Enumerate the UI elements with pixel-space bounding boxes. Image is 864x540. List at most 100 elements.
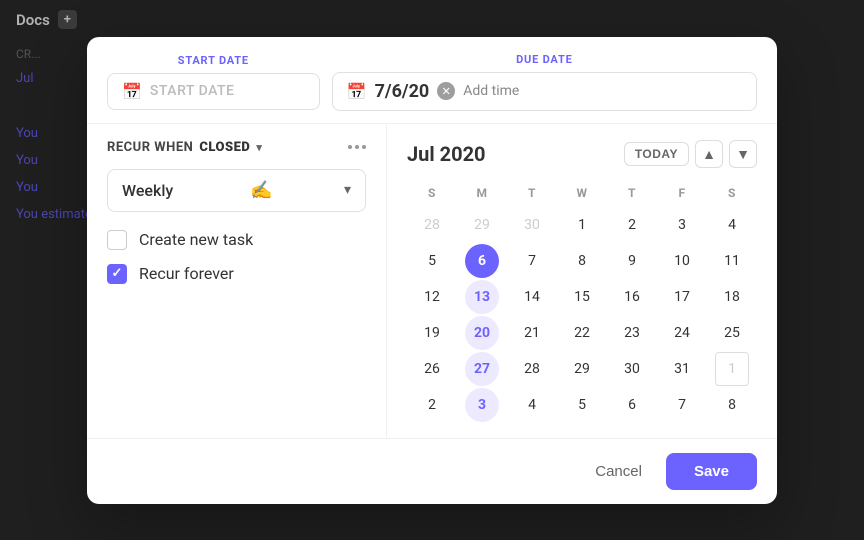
due-date-field[interactable]: 📅 7/6/20 ✕ Add time — [332, 72, 757, 111]
create-task-label: Create new task — [139, 230, 253, 249]
calendar-start-icon: 📅 — [122, 82, 142, 101]
calendar-day[interactable]: 29 — [465, 208, 499, 242]
calendar-day[interactable]: 6 — [615, 388, 649, 422]
calendar-day[interactable]: 1 — [565, 208, 599, 242]
calendar-day[interactable]: 22 — [565, 316, 599, 350]
calendar-day[interactable]: 8 — [715, 388, 749, 422]
recur-header: RECUR WHEN CLOSED ▾ — [107, 140, 366, 155]
calendar-day[interactable]: 4 — [715, 208, 749, 242]
calendar-day[interactable]: 26 — [415, 352, 449, 386]
dropdown-arrow-icon: ▾ — [344, 182, 351, 198]
due-date-value: 7/6/20 — [375, 81, 430, 102]
calendar-day[interactable]: 14 — [515, 280, 549, 314]
calendar-day[interactable]: 5 — [415, 244, 449, 278]
calendar-day[interactable]: 8 — [565, 244, 599, 278]
recur-title: RECUR WHEN CLOSED ▾ — [107, 140, 262, 155]
calendar-day[interactable]: 7 — [515, 244, 549, 278]
calendar-day[interactable]: 9 — [615, 244, 649, 278]
prev-month-button[interactable]: ▲ — [695, 140, 723, 168]
create-task-checkbox[interactable] — [107, 230, 127, 250]
add-time-label[interactable]: Add time — [463, 83, 519, 99]
calendar-day[interactable]: 1 — [715, 352, 749, 386]
calendar-day[interactable]: 15 — [565, 280, 599, 314]
calendar-due-icon: 📅 — [347, 82, 367, 101]
calendar-day[interactable]: 21 — [515, 316, 549, 350]
more-dot-3 — [362, 145, 366, 149]
calendar-day[interactable]: 18 — [715, 280, 749, 314]
create-new-task-row: Create new task — [107, 230, 366, 250]
next-month-button[interactable]: ▼ — [729, 140, 757, 168]
day-header-t: T — [607, 182, 657, 204]
calendar-day[interactable]: 2 — [415, 388, 449, 422]
calendar-weeks: 2829301234567891011121314151617181920212… — [407, 208, 757, 422]
cursor-hand-icon: ✍ — [250, 180, 272, 201]
date-picker-modal: START DATE 📅 START DATE DUE DATE 📅 7/6/2… — [87, 37, 777, 504]
closed-text: CLOSED — [199, 140, 250, 155]
recur-forever-checkbox[interactable] — [107, 264, 127, 284]
frequency-label: Weekly — [122, 181, 173, 200]
more-options-button[interactable] — [348, 145, 366, 149]
modal-overlay: START DATE 📅 START DATE DUE DATE 📅 7/6/2… — [0, 0, 864, 540]
calendar-day[interactable]: 31 — [665, 352, 699, 386]
calendar-month-year: Jul 2020 — [407, 142, 486, 166]
calendar-week-5: 2345678 — [407, 388, 757, 422]
clear-due-date-button[interactable]: ✕ — [437, 82, 455, 100]
calendar-day[interactable]: 24 — [665, 316, 699, 350]
day-header-t: T — [507, 182, 557, 204]
calendar-week-1: 56789 10 11 — [407, 244, 757, 278]
calendar-day[interactable]: 5 — [565, 388, 599, 422]
frequency-dropdown[interactable]: Weekly ✍ ▾ — [107, 169, 366, 212]
calendar-day[interactable]: 27 — [465, 352, 499, 386]
calendar-day[interactable]: 6 — [465, 244, 499, 278]
calendar-day[interactable]: 19 — [415, 316, 449, 350]
day-header-f: F — [657, 182, 707, 204]
due-date-section: DUE DATE 📅 7/6/20 ✕ Add time — [332, 53, 757, 111]
recur-when-text: RECUR WHEN — [107, 140, 193, 155]
start-date-section: START DATE 📅 START DATE — [107, 54, 320, 110]
calendar-day[interactable]: 17 — [665, 280, 699, 314]
calendar-panel: Jul 2020 TODAY ▲ ▼ SMTWTFS 2829301234567… — [387, 124, 777, 438]
calendar-day[interactable]: 20 — [465, 316, 499, 350]
recur-chevron-icon[interactable]: ▾ — [256, 141, 262, 154]
calendar-day[interactable]: 3 — [465, 388, 499, 422]
calendar-week-4: 26 27 28 29 30 31 1 — [407, 352, 757, 386]
left-panel: RECUR WHEN CLOSED ▾ Weekly ✍ ▾ — [87, 124, 387, 438]
calendar-day[interactable]: 13 — [465, 280, 499, 314]
calendar-day[interactable]: 23 — [615, 316, 649, 350]
start-date-placeholder: START DATE — [150, 83, 235, 99]
calendar-week-0: 28 29 30 1234 — [407, 208, 757, 242]
today-button[interactable]: TODAY — [624, 142, 689, 166]
calendar-day[interactable]: 2 — [615, 208, 649, 242]
start-date-field[interactable]: 📅 START DATE — [107, 73, 320, 110]
calendar-day[interactable]: 29 — [565, 352, 599, 386]
more-dot-1 — [348, 145, 352, 149]
modal-footer: Cancel Save — [87, 438, 777, 504]
more-dot-2 — [355, 145, 359, 149]
day-header-s: S — [407, 182, 457, 204]
calendar-day[interactable]: 16 — [615, 280, 649, 314]
calendar-day[interactable]: 4 — [515, 388, 549, 422]
calendar-day[interactable]: 28 — [515, 352, 549, 386]
day-header-m: M — [457, 182, 507, 204]
recur-forever-label: Recur forever — [139, 264, 234, 283]
day-header-s: S — [707, 182, 757, 204]
modal-header: START DATE 📅 START DATE DUE DATE 📅 7/6/2… — [87, 37, 777, 124]
calendar-day[interactable]: 30 — [515, 208, 549, 242]
recur-forever-row: Recur forever — [107, 264, 366, 284]
calendar-day[interactable]: 10 — [665, 244, 699, 278]
due-date-label: DUE DATE — [332, 53, 757, 66]
save-button[interactable]: Save — [666, 453, 757, 490]
day-header-w: W — [557, 182, 607, 204]
calendar-grid: SMTWTFS 28293012345678910111213141516171… — [407, 182, 757, 422]
start-date-label: START DATE — [107, 54, 320, 67]
cancel-button[interactable]: Cancel — [583, 455, 654, 488]
calendar-days-header: SMTWTFS — [407, 182, 757, 204]
calendar-header: Jul 2020 TODAY ▲ ▼ — [407, 140, 757, 168]
calendar-day[interactable]: 30 — [615, 352, 649, 386]
calendar-day[interactable]: 7 — [665, 388, 699, 422]
calendar-day[interactable]: 3 — [665, 208, 699, 242]
calendar-day[interactable]: 11 — [715, 244, 749, 278]
calendar-day[interactable]: 28 — [415, 208, 449, 242]
calendar-day[interactable]: 25 — [715, 316, 749, 350]
calendar-day[interactable]: 12 — [415, 280, 449, 314]
